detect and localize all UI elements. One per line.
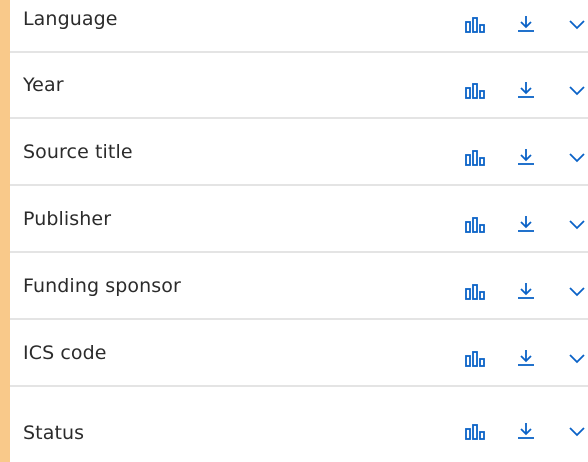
filter-row-ics-code[interactable]: ICS code bbox=[10, 321, 588, 387]
row-actions bbox=[458, 254, 588, 318]
filter-row-status[interactable]: Status bbox=[10, 388, 588, 462]
filter-label: ICS code bbox=[23, 342, 107, 364]
row-actions bbox=[458, 120, 588, 184]
download-icon[interactable] bbox=[511, 209, 541, 239]
download-icon[interactable] bbox=[511, 416, 541, 446]
chevron-down-icon[interactable] bbox=[562, 209, 588, 239]
filter-row-year[interactable]: Year bbox=[10, 53, 588, 119]
bar-chart-icon[interactable] bbox=[460, 10, 490, 40]
filter-label: Language bbox=[23, 8, 118, 30]
download-icon[interactable] bbox=[511, 75, 541, 105]
accent-bar bbox=[0, 0, 10, 462]
chevron-down-icon[interactable] bbox=[562, 9, 588, 39]
filter-row-funding-sponsor[interactable]: Funding sponsor bbox=[10, 254, 588, 320]
bar-chart-icon[interactable] bbox=[460, 76, 490, 106]
bar-chart-icon[interactable] bbox=[460, 344, 490, 374]
filter-panel: Language Year Source title Publisher Fun… bbox=[10, 0, 588, 462]
bar-chart-icon[interactable] bbox=[460, 417, 490, 447]
filter-label: Status bbox=[23, 422, 85, 444]
row-actions bbox=[458, 53, 588, 117]
chevron-down-icon[interactable] bbox=[562, 276, 588, 306]
filter-label: Source title bbox=[23, 141, 133, 163]
chevron-down-icon[interactable] bbox=[562, 142, 588, 172]
filter-label: Year bbox=[23, 74, 64, 96]
row-actions bbox=[458, 0, 588, 51]
download-icon[interactable] bbox=[511, 276, 541, 306]
download-icon[interactable] bbox=[511, 142, 541, 172]
chevron-down-icon[interactable] bbox=[562, 75, 588, 105]
bar-chart-icon[interactable] bbox=[460, 210, 490, 240]
chevron-down-icon[interactable] bbox=[562, 416, 588, 446]
bar-chart-icon[interactable] bbox=[460, 143, 490, 173]
row-actions bbox=[458, 187, 588, 251]
download-icon[interactable] bbox=[511, 343, 541, 373]
download-icon[interactable] bbox=[511, 9, 541, 39]
filter-label: Publisher bbox=[23, 208, 112, 230]
row-actions bbox=[458, 388, 588, 462]
bar-chart-icon[interactable] bbox=[460, 277, 490, 307]
filter-label: Funding sponsor bbox=[23, 275, 181, 297]
chevron-down-icon[interactable] bbox=[562, 343, 588, 373]
filter-row-language[interactable]: Language bbox=[10, 0, 588, 53]
filter-row-publisher[interactable]: Publisher bbox=[10, 187, 588, 253]
filter-row-source-title[interactable]: Source title bbox=[10, 120, 588, 186]
row-actions bbox=[458, 321, 588, 385]
